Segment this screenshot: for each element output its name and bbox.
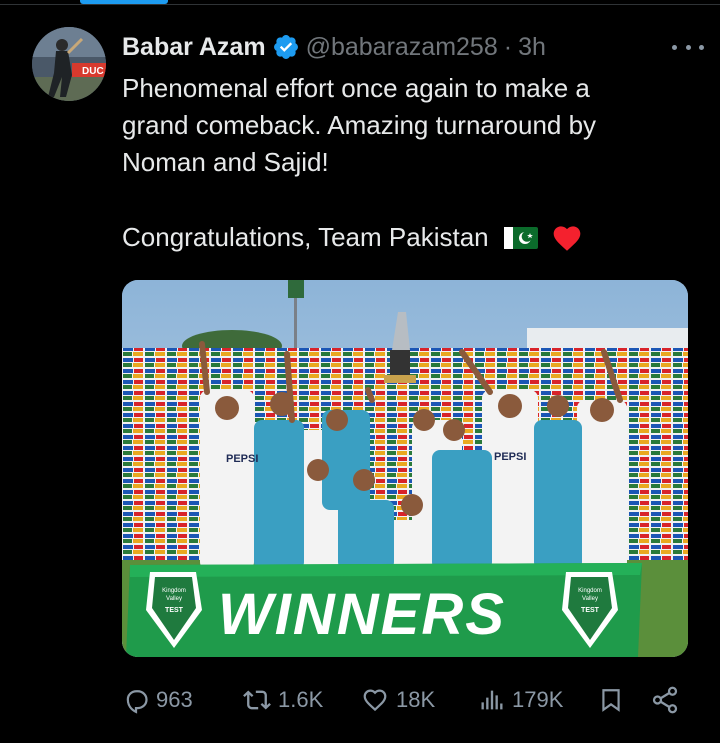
tweet-media-photo[interactable]: PEPSI PEPSI WINNERS Kingdom Valley TEST … [122,280,688,657]
author-name[interactable]: Babar Azam [122,33,266,62]
tweet-text-line: Phenomenal effort once again to make a [122,73,590,103]
author-handle[interactable]: @babarazam258 [306,33,498,62]
tweet-text: Phenomenal effort once again to make a g… [122,70,682,256]
bookmark-button[interactable] [598,682,630,718]
team-celebration-photo: PEPSI PEPSI WINNERS Kingdom Valley TEST … [122,280,688,657]
svg-text:DUC: DUC [82,66,104,77]
share-button[interactable] [650,682,686,718]
reply-button[interactable]: 963 [122,682,193,718]
views-button[interactable]: 179K [478,682,563,718]
analytics-icon [481,690,503,710]
tweet-actions-bar: 963 1.6K 18K 179K [122,682,692,718]
like-count: 18K [396,687,436,712]
shirt-text: PEPSI [226,453,258,465]
tweet-text-line: Congratulations, Team Pakistan [122,219,682,256]
more-options-icon[interactable] [672,37,704,57]
badge-line1: Kingdom [578,588,602,594]
retweet-icon [243,690,271,710]
red-heart-icon [553,226,581,251]
tweet-text-line: Noman and Sajid! [122,147,329,177]
pakistan-flag-icon [503,227,538,249]
badge-test: TEST [165,607,184,614]
divider [0,4,720,5]
verified-badge-icon [273,35,298,59]
badge-test: TEST [581,607,600,614]
tweet-text-line: grand comeback. Amazing turnaround by [122,110,597,140]
like-button[interactable]: 18K [360,682,435,718]
tweet-header: Babar Azam @babarazam258 · 3h [122,30,720,64]
separator-dot: · [503,32,513,61]
retweet-count: 1.6K [278,687,324,712]
view-count: 179K [512,687,564,712]
timestamp[interactable]: 3h [518,33,546,62]
retweet-button[interactable]: 1.6K [242,682,323,718]
reply-icon [126,690,148,714]
reply-count: 963 [156,687,193,712]
heart-icon [363,689,387,712]
avatar[interactable]: DUC [32,27,106,101]
shirt-text: PEPSI [494,451,526,463]
badge-line2: Valley [166,596,182,602]
badge-line1: Kingdom [162,588,186,594]
congrats-text: Congratulations, Team Pakistan [122,222,489,252]
avatar-image: DUC [32,27,106,101]
badge-line2: Valley [582,596,598,602]
share-icon [652,686,678,714]
bookmark-icon [602,689,620,712]
banner-text: WINNERS [218,582,506,647]
